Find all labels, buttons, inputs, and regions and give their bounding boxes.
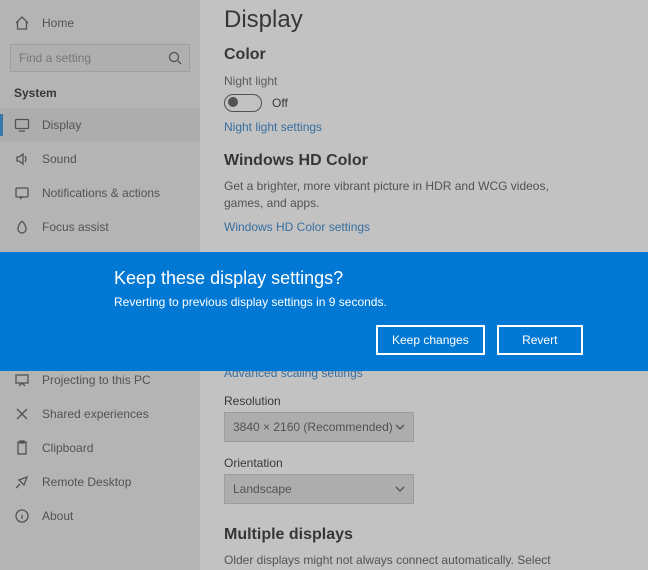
sidebar-item-label: Notifications & actions xyxy=(42,186,160,200)
sidebar-item-label: Display xyxy=(42,118,81,132)
home-icon xyxy=(14,15,30,31)
sidebar-item-shared[interactable]: Shared experiences xyxy=(0,397,200,431)
section-label: System xyxy=(0,82,200,108)
sidebar-item-display[interactable]: Display xyxy=(0,108,200,142)
display-icon xyxy=(14,117,30,133)
resolution-value: 3840 × 2160 (Recommended) xyxy=(233,420,393,434)
shared-icon xyxy=(14,406,30,422)
sidebar-item-label: Projecting to this PC xyxy=(42,373,151,387)
sidebar-item-label: Shared experiences xyxy=(42,407,149,421)
sidebar-item-label: Focus assist xyxy=(42,220,109,234)
dialog-message: Reverting to previous display settings i… xyxy=(114,295,648,309)
orientation-label: Orientation xyxy=(224,456,624,470)
about-icon xyxy=(14,508,30,524)
night-light-settings-link[interactable]: Night light settings xyxy=(224,120,624,134)
sidebar-item-label: Sound xyxy=(42,152,77,166)
sidebar-item-label: Remote Desktop xyxy=(42,475,131,489)
toggle-state: Off xyxy=(272,96,288,110)
resolution-label: Resolution xyxy=(224,394,624,408)
sidebar-item-label: About xyxy=(42,509,73,523)
hd-heading: Windows HD Color xyxy=(224,152,624,170)
sidebar-item-clipboard[interactable]: Clipboard xyxy=(0,431,200,465)
resolution-dropdown[interactable]: 3840 × 2160 (Recommended) xyxy=(224,412,414,442)
orientation-dropdown[interactable]: Landscape xyxy=(224,474,414,504)
night-light-label: Night light xyxy=(224,74,624,88)
keep-changes-button[interactable]: Keep changes xyxy=(376,325,485,355)
home-button[interactable]: Home xyxy=(0,6,200,40)
sidebar-item-focus[interactable]: Focus assist xyxy=(0,210,200,244)
dialog-title: Keep these display settings? xyxy=(114,268,648,289)
chevron-down-icon xyxy=(395,422,405,432)
search-box[interactable] xyxy=(10,44,190,72)
clipboard-icon xyxy=(14,440,30,456)
remote-icon xyxy=(14,474,30,490)
color-heading: Color xyxy=(224,46,624,64)
multi-desc: Older displays might not always connect … xyxy=(224,552,584,570)
revert-button[interactable]: Revert xyxy=(497,325,583,355)
sidebar-item-about[interactable]: About xyxy=(0,499,200,533)
chevron-down-icon xyxy=(395,484,405,494)
display-confirm-dialog: Keep these display settings? Reverting t… xyxy=(0,252,648,371)
hd-desc: Get a brighter, more vibrant picture in … xyxy=(224,178,584,212)
sidebar-item-sound[interactable]: Sound xyxy=(0,142,200,176)
search-icon xyxy=(167,50,183,66)
hd-settings-link[interactable]: Windows HD Color settings xyxy=(224,220,624,234)
sidebar-item-label: Clipboard xyxy=(42,441,93,455)
orientation-value: Landscape xyxy=(233,482,292,496)
notification-icon xyxy=(14,185,30,201)
night-light-toggle[interactable]: Off xyxy=(224,94,624,112)
focus-icon xyxy=(14,219,30,235)
sidebar-item-remote[interactable]: Remote Desktop xyxy=(0,465,200,499)
home-label: Home xyxy=(42,16,74,30)
projecting-icon xyxy=(14,372,30,388)
sidebar-item-notifications[interactable]: Notifications & actions xyxy=(0,176,200,210)
search-input[interactable] xyxy=(11,45,161,71)
sound-icon xyxy=(14,151,30,167)
page-title: Display xyxy=(224,6,624,34)
multi-heading: Multiple displays xyxy=(224,526,624,544)
